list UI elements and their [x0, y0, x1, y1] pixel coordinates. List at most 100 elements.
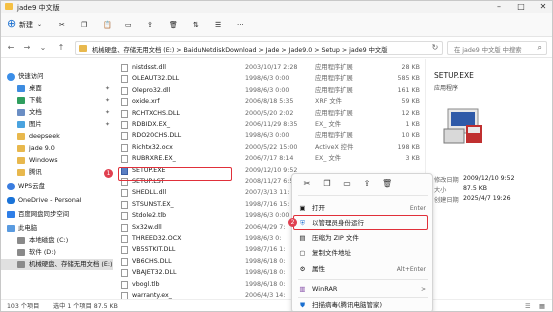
file-icon — [121, 143, 128, 152]
file-icon — [121, 132, 128, 141]
file-type: 应用程序扩展 — [315, 64, 353, 71]
sidebar-item-drive-e[interactable]: 机械硬盘、存储无用文档 (E:) — [1, 259, 113, 270]
folder-icon — [79, 45, 87, 52]
view-icon[interactable]: ☰ — [215, 19, 221, 31]
minimize-icon[interactable]: – — [488, 1, 510, 13]
sidebar-item-deepseek[interactable]: deepseek — [1, 131, 113, 142]
new-button[interactable]: ⊕ 新建 ⌄ — [5, 18, 51, 31]
file-name: RCHTXCHS.DLL — [132, 109, 180, 117]
drive-icon — [17, 249, 25, 256]
file-icon — [121, 155, 128, 164]
file-name: OLEAUT32.DLL — [132, 75, 180, 83]
sidebar-item-windows[interactable]: Windows — [1, 155, 113, 166]
file-row[interactable]: nistdsst.dll 2003/10/17 2:28 应用程序扩展 28 KB — [115, 62, 425, 73]
search-input[interactable]: 在 jade9 中文版 中搜索 ⌕ — [447, 41, 547, 55]
sidebar-item-tencent[interactable]: 腾讯 — [1, 167, 113, 178]
sidebar-item-label: 文档 — [29, 108, 42, 116]
sidebar-item-onedrive[interactable]: OneDrive - Personal — [1, 195, 113, 206]
sidebar-item-desktop[interactable]: 桌面 ✦ — [1, 83, 113, 94]
context-quick-actions: ✂ ❐ ▭ ⇪ 🗑 — [292, 174, 434, 194]
maximize-icon[interactable]: □ — [510, 1, 532, 13]
sidebar-item-drive-d[interactable]: 软件 (D:) — [1, 247, 113, 258]
file-name: nistdsst.dll — [132, 64, 167, 71]
details-value-created: 2025/4/7 19:26 — [463, 195, 511, 202]
sidebar-item-baidu-sync[interactable]: 百度网盘同步空间 — [1, 209, 113, 220]
file-type: XRF 文件 — [315, 98, 342, 106]
file-date: 2008/11/27 6:5 — [245, 178, 294, 185]
sidebar-item-this-pc[interactable]: 此电脑 — [1, 223, 113, 234]
cut-icon[interactable]: ✂ — [59, 19, 65, 31]
share-icon[interactable]: ⇪ — [147, 19, 153, 31]
rename-icon[interactable]: ▭ — [125, 19, 132, 31]
sidebar-item-drive-c[interactable]: 本地磁盘 (C:) — [1, 235, 113, 246]
back-icon[interactable]: ← — [5, 42, 17, 54]
menu-item-winrar[interactable]: ▥ WinRAR > — [292, 283, 434, 296]
refresh-icon[interactable]: ↻ — [429, 42, 441, 54]
file-date: 2007/3/13 11: — [245, 189, 290, 197]
up-icon[interactable]: ↑ — [55, 42, 67, 54]
cloud-icon — [7, 183, 15, 190]
file-row[interactable]: RCHTXCHS.DLL 2000/5/20 2:02 应用程序扩展 12 KB — [115, 108, 425, 119]
menu-item-compress-zip[interactable]: ▤ 压缩为 ZIP 文件 — [292, 232, 434, 245]
file-row[interactable]: RUBRXRE.EX_ 2006/7/17 8:14 EX_ 文件 3 KB — [115, 153, 425, 164]
file-row[interactable]: oxide.xrf 2006/8/18 5:35 XRF 文件 59 KB — [115, 96, 425, 107]
sidebar-item-label: jade 9.0 — [29, 144, 55, 152]
computer-icon — [7, 225, 15, 232]
close-icon[interactable]: ✕ — [532, 1, 552, 13]
drive-icon — [17, 261, 25, 268]
sidebar-item-downloads[interactable]: 下载 ✦ — [1, 95, 113, 106]
file-row[interactable]: RDBIDX.EX_ 2006/11/29 8:35 EX_ 文件 1 KB — [115, 119, 425, 130]
sidebar-item-quick-access[interactable]: 快速访问 — [1, 71, 113, 82]
file-row[interactable]: Olepro32.dll 1998/6/3 0:00 应用程序扩展 161 KB — [115, 85, 425, 96]
menu-item-copy-path[interactable]: ▢ 复制文件地址 — [292, 247, 434, 260]
breadcrumb-path: 机械硬盘、存储无用文档 (E:) > BaiduNetdiskDownload … — [92, 47, 388, 54]
sidebar-item-pictures[interactable]: 图片 ✦ — [1, 119, 113, 130]
history-dropdown-icon[interactable]: ⌄ — [37, 42, 49, 54]
menu-item-label: 打开 — [312, 204, 325, 212]
delete-icon[interactable]: 🗑 — [169, 19, 178, 31]
menu-item-open[interactable]: ▣ 打开 Enter — [292, 202, 434, 215]
sidebar-item-jade[interactable]: jade 9.0 — [1, 143, 113, 154]
file-icon — [121, 235, 128, 243]
file-row[interactable]: OLEAUT32.DLL 1998/6/3 0:00 应用程序扩展 585 KB — [115, 73, 425, 84]
cut-icon[interactable]: ✂ — [302, 179, 312, 189]
sidebar-item-wps-cloud[interactable]: WPS云盘 — [1, 181, 113, 192]
paste-icon[interactable]: 📋 — [103, 19, 112, 31]
folder-icon — [17, 133, 25, 140]
tiles-view-icon[interactable]: ▦ — [539, 300, 545, 311]
share-icon[interactable]: ⇪ — [362, 179, 372, 189]
file-row[interactable]: Richtx32.ocx 2000/5/22 15:00 ActiveX 控件 198… — [115, 142, 425, 153]
step-1-badge: 1 — [104, 169, 113, 178]
sort-icon[interactable]: ⇅ — [193, 19, 199, 31]
more-icon[interactable]: ··· — [237, 19, 244, 31]
window-title: jade9 中文版 — [17, 4, 60, 12]
menu-item-properties[interactable]: ⚙ 属性 Alt+Enter — [292, 263, 434, 276]
delete-icon[interactable]: 🗑 — [382, 179, 392, 189]
file-row[interactable]: RDO20CHS.DLL 1998/6/3 0:00 应用程序扩展 10 KB — [115, 130, 425, 141]
file-date: 1998/7/16 1: — [245, 246, 286, 254]
file-date: 1998/6/3 0:00 — [245, 86, 290, 94]
folder-icon — [17, 157, 25, 164]
pin-icon: ✦ — [105, 85, 111, 92]
copy-icon[interactable]: ❐ — [322, 179, 332, 189]
menu-item-virus-scan[interactable]: ⛊ 扫描病毒(腾讯电脑管家) — [292, 299, 434, 311]
details-view-icon[interactable]: ☰ — [525, 300, 531, 311]
sidebar-item-label: Windows — [29, 156, 58, 164]
forward-icon[interactable]: → — [21, 42, 33, 54]
breadcrumb[interactable]: 机械硬盘、存储无用文档 (E:) > BaiduNetdiskDownload … — [75, 41, 443, 55]
file-type: EX_ 文件 — [315, 155, 342, 163]
baidu-netdisk-icon — [7, 211, 15, 218]
file-name: Olepro32.dll — [132, 86, 171, 94]
file-icon — [121, 212, 128, 221]
onedrive-icon — [7, 197, 15, 204]
file-icon — [121, 280, 128, 289]
sidebar-item-documents[interactable]: 文档 ✦ — [1, 107, 113, 118]
file-date: 1998/6/3 0: — [245, 235, 282, 242]
file-name: STSUNST.EX_ — [132, 200, 174, 208]
rename-icon[interactable]: ▭ — [342, 179, 352, 189]
sidebar-item-label: 机械硬盘、存储无用文档 (E:) — [29, 260, 113, 268]
file-date: 2000/5/22 15:00 — [245, 143, 298, 151]
copy-icon[interactable]: ❐ — [81, 19, 87, 31]
details-pane: SETUP.EXE 应用程序 修改日期 2009/12/10 9:52 大小 8… — [425, 59, 552, 299]
file-type: 应用程序扩展 — [315, 132, 353, 140]
